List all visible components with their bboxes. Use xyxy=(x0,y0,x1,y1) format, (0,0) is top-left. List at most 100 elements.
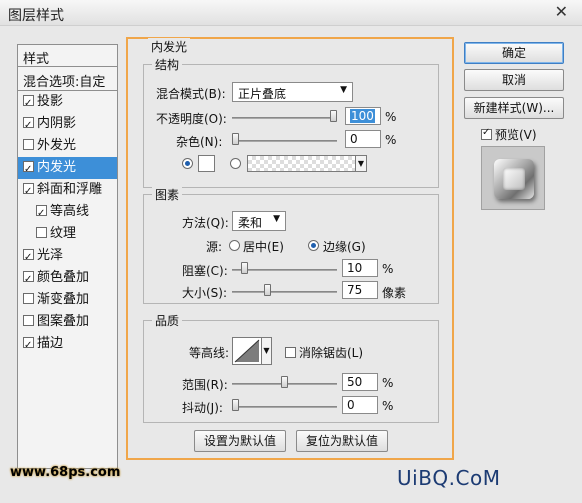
ok-button[interactable]: 确定 xyxy=(464,42,564,64)
jitter-input[interactable]: 0 xyxy=(342,396,378,414)
style-item[interactable]: 图案叠加 xyxy=(18,311,117,333)
blend-mode-select[interactable]: 正片叠底 ▼ xyxy=(232,82,353,102)
range-slider-thumb[interactable] xyxy=(281,376,288,388)
jitter-unit: % xyxy=(382,399,394,413)
contour-picker[interactable] xyxy=(232,337,262,365)
jitter-slider-thumb[interactable] xyxy=(232,399,239,411)
style-item[interactable]: 渐变叠加 xyxy=(18,289,117,311)
style-item[interactable]: 内发光 xyxy=(18,157,117,181)
opacity-slider-track[interactable] xyxy=(232,117,337,119)
style-item-label: 光泽 xyxy=(37,248,64,263)
opacity-unit: % xyxy=(385,110,397,124)
make-default-button[interactable]: 设置为默认值 xyxy=(194,430,286,452)
style-item-label: 图案叠加 xyxy=(37,314,90,329)
chevron-down-icon[interactable]: ▼ xyxy=(262,337,272,365)
style-item-label: 斜面和浮雕 xyxy=(37,182,103,197)
close-icon[interactable]: ✕ xyxy=(555,2,568,21)
choke-input[interactable]: 10 xyxy=(342,259,378,277)
gradient-radio[interactable] xyxy=(230,158,241,169)
checkbox-icon[interactable] xyxy=(36,203,47,225)
source-label: 源: xyxy=(206,240,223,254)
style-item[interactable]: 等高线 xyxy=(18,201,117,225)
checkbox-icon[interactable] xyxy=(23,269,34,291)
jitter-slider-track[interactable] xyxy=(232,406,337,408)
style-item-label: 投影 xyxy=(37,94,64,109)
style-item[interactable]: 光泽 xyxy=(18,245,117,269)
source-center-radio[interactable] xyxy=(229,240,240,251)
solid-color-radio[interactable] xyxy=(182,158,193,169)
checkbox-icon[interactable] xyxy=(23,159,34,181)
style-item[interactable]: 描边 xyxy=(18,333,117,357)
style-item[interactable]: 颜色叠加 xyxy=(18,267,117,291)
method-label: 方法(Q): xyxy=(182,216,229,230)
noise-slider-thumb[interactable] xyxy=(232,133,239,145)
blend-options-item[interactable]: 混合选项:自定 xyxy=(18,67,117,91)
structure-group: 结构 混合模式(B): 正片叠底 ▼ 不透明度(O): 100 % 杂色(N):… xyxy=(143,56,439,188)
style-item-label: 内发光 xyxy=(37,160,77,175)
checkbox-icon[interactable] xyxy=(23,181,34,203)
opacity-input[interactable]: 100 xyxy=(345,107,381,125)
checkbox-icon xyxy=(285,347,296,358)
checkbox-icon[interactable] xyxy=(23,247,34,269)
checkbox-icon[interactable] xyxy=(23,293,34,304)
styles-header[interactable]: 样式 xyxy=(18,45,117,67)
noise-unit: % xyxy=(385,133,397,147)
gradient-picker[interactable]: ▼ xyxy=(247,155,367,172)
style-item[interactable]: 内阴影 xyxy=(18,113,117,137)
noise-label: 杂色(N): xyxy=(176,135,223,149)
preview-checkbox[interactable]: 预览(V) xyxy=(481,126,537,143)
range-label: 范围(R): xyxy=(182,378,228,392)
size-slider-thumb[interactable] xyxy=(264,284,271,296)
preview-tile-image xyxy=(494,159,534,199)
size-unit: 像素 xyxy=(382,286,407,300)
opacity-label: 不透明度(O): xyxy=(156,112,227,126)
antialias-label: 消除锯齿(L) xyxy=(299,346,364,360)
checkbox-icon[interactable] xyxy=(23,139,34,150)
glow-color-swatch[interactable] xyxy=(198,155,215,172)
opacity-slider-thumb[interactable] xyxy=(330,110,337,122)
style-item[interactable]: 纹理 xyxy=(18,223,117,245)
style-item-label: 外发光 xyxy=(37,138,77,153)
choke-slider-thumb[interactable] xyxy=(241,262,248,274)
source-center-label[interactable]: 居中(E) xyxy=(243,238,284,255)
source-edge-label[interactable]: 边缘(G) xyxy=(323,238,366,255)
elements-title: 图素 xyxy=(152,186,183,203)
style-item-label: 颜色叠加 xyxy=(37,270,90,285)
reset-default-button[interactable]: 复位为默认值 xyxy=(296,430,388,452)
window-title: 图层样式 xyxy=(8,8,64,24)
style-item[interactable]: 外发光 xyxy=(18,135,117,157)
elements-group: 图素 方法(Q): 柔和 ▼ 源: 居中(E) 边缘(G) 阻塞(C): 10 … xyxy=(143,186,439,304)
noise-input[interactable]: 0 xyxy=(345,130,381,148)
title-bar: 图层样式 ✕ xyxy=(0,0,582,26)
quality-group: 品质 等高线: ▼ 消除锯齿(L) 范围(R): 50 % 抖动(J): 0 % xyxy=(143,312,439,423)
noise-slider-track[interactable] xyxy=(232,140,337,142)
preview-label: 预览(V) xyxy=(495,128,537,142)
checkbox-icon[interactable] xyxy=(23,315,34,326)
style-item[interactable]: 投影 xyxy=(18,91,117,115)
method-select[interactable]: 柔和 ▼ xyxy=(232,211,286,231)
range-input[interactable]: 50 xyxy=(342,373,378,391)
watermark-right: UiBQ.CoM xyxy=(397,466,501,490)
size-slider-track[interactable] xyxy=(232,291,337,293)
style-item-label: 内阴影 xyxy=(37,116,77,131)
contour-label: 等高线: xyxy=(189,346,230,360)
choke-unit: % xyxy=(382,262,394,276)
style-item-label: 等高线 xyxy=(50,204,90,219)
inner-glow-title: 内发光 xyxy=(148,38,191,55)
cancel-button[interactable]: 取消 xyxy=(464,69,564,91)
checkbox-icon[interactable] xyxy=(23,93,34,115)
chevron-down-icon[interactable]: ▼ xyxy=(355,156,366,171)
styles-list: 样式 混合选项:自定 投影内阴影外发光内发光斜面和浮雕等高线纹理光泽颜色叠加渐变… xyxy=(17,44,118,469)
style-item-label: 描边 xyxy=(37,336,64,351)
antialias-checkbox[interactable]: 消除锯齿(L) xyxy=(285,344,363,361)
style-item[interactable]: 斜面和浮雕 xyxy=(18,179,117,203)
watermark-left: www.68ps.com xyxy=(10,465,121,480)
checkbox-icon[interactable] xyxy=(23,115,34,137)
chevron-down-icon: ▼ xyxy=(340,85,347,95)
source-edge-radio[interactable] xyxy=(308,240,319,251)
checkbox-icon[interactable] xyxy=(23,335,34,357)
size-input[interactable]: 75 xyxy=(342,281,378,299)
checkbox-icon[interactable] xyxy=(36,227,47,238)
new-style-button[interactable]: 新建样式(W)... xyxy=(464,97,564,119)
method-value: 柔和 xyxy=(238,216,263,230)
